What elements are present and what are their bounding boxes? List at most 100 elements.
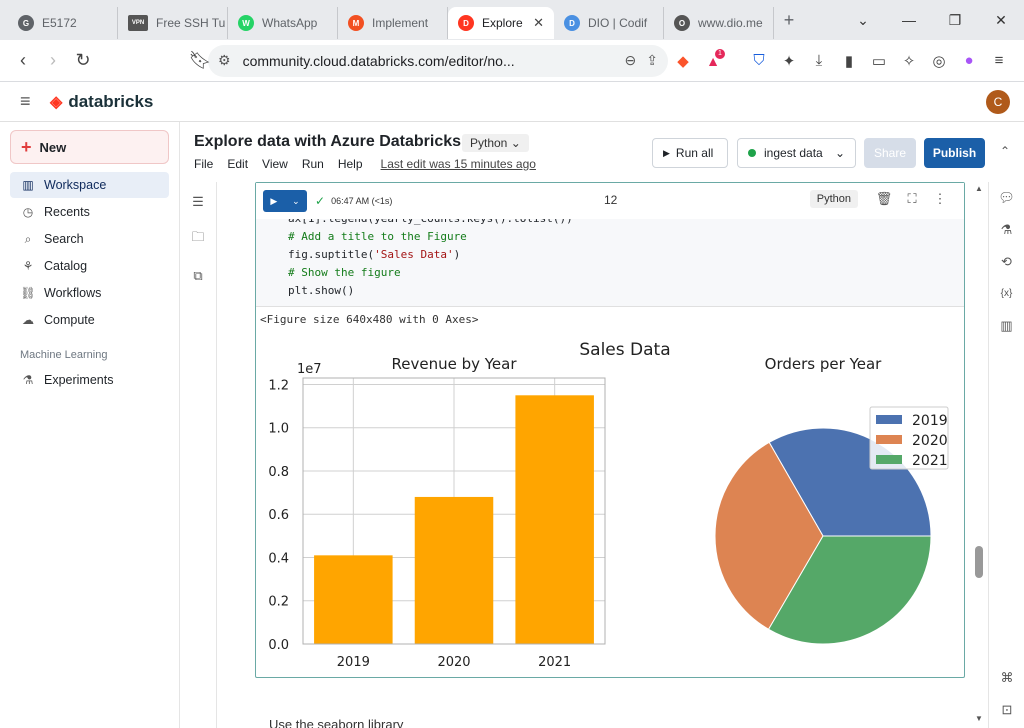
play-icon: ▶ xyxy=(663,147,670,158)
menu-run[interactable]: Run xyxy=(302,157,324,171)
share-icon[interactable]: ⇪ xyxy=(646,52,658,69)
brave-rewards-icon[interactable]: ▲ 1 xyxy=(698,48,728,69)
terminal-icon[interactable]: ⊡ xyxy=(989,694,1024,726)
trash-icon[interactable]: 🗑︎ xyxy=(870,191,898,207)
notebook-title[interactable]: Explore data with Azure Databricks xyxy=(194,133,461,151)
run-all-button[interactable]: ▶ Run all xyxy=(652,138,728,168)
browser-tab[interactable]: M Implement xyxy=(338,7,448,39)
restore-icon[interactable]: ❐ xyxy=(932,12,978,29)
sidebar-item-workflows[interactable]: ⛓ Workflows xyxy=(10,280,169,306)
keyboard-shortcut-icon[interactable]: ⌘ xyxy=(989,662,1024,694)
toc-icon[interactable]: ☰ xyxy=(180,194,216,210)
variables-icon[interactable]: {x} xyxy=(989,278,1024,310)
sidebar-section-ml: Machine Learning xyxy=(20,349,108,361)
menu-help[interactable]: Help xyxy=(338,157,363,171)
catalog-icon: ⚘ xyxy=(22,259,34,273)
menu-icon[interactable]: ≡ xyxy=(984,52,1014,69)
sidebar-icon[interactable]: ▮ xyxy=(834,52,864,70)
leo-icon[interactable]: ✧ xyxy=(894,52,924,70)
tab-search-icon[interactable]: ⌄ xyxy=(840,12,886,29)
sidebar-item-recents[interactable]: ◷ Recents xyxy=(10,199,169,225)
browser-tab[interactable]: G E5172 xyxy=(8,7,118,39)
sidebar-item-label: Search xyxy=(44,232,84,246)
publish-label: Publish xyxy=(932,146,977,160)
cluster-selector[interactable]: ingest data ⌄ xyxy=(737,138,856,168)
new-button[interactable]: + New xyxy=(10,130,169,164)
expand-icon[interactable]: ⛶ xyxy=(898,191,926,207)
bookmark-icon[interactable]: 🔖︎ xyxy=(185,50,215,71)
browser-tab[interactable]: Owww.dio.me xyxy=(664,7,774,39)
download-icon[interactable]: ⤓ xyxy=(804,52,834,69)
close-tab-icon[interactable]: ✕ xyxy=(533,15,544,31)
comments-icon[interactable]: 💬︎ xyxy=(989,182,1024,214)
run-cell-button[interactable]: ▶ ⌄ xyxy=(263,190,307,212)
browser-tab[interactable]: W WhatsApp xyxy=(228,7,338,39)
menu-edit[interactable]: Edit xyxy=(227,157,248,171)
sidebar-item-search[interactable]: ⌕ Search xyxy=(10,226,169,252)
y-tick-label: 0.8 xyxy=(268,465,289,480)
zoom-icon[interactable]: ⊖ xyxy=(625,52,637,69)
last-edit-link[interactable]: Last edit was 15 minutes ago xyxy=(381,157,536,171)
bitwarden-icon[interactable]: ⛉ xyxy=(744,52,774,69)
minimize-icon[interactable]: — xyxy=(886,12,932,29)
back-icon[interactable]: ‹ xyxy=(8,50,38,71)
menu-view[interactable]: View xyxy=(262,157,288,171)
code-line: fig.suptitle('Sales Data') xyxy=(288,246,964,264)
sidebar-item-workspace[interactable]: ▥ Workspace xyxy=(10,172,169,198)
rewards-badge: 1 xyxy=(715,48,725,59)
chart-icon[interactable]: ▥ xyxy=(989,310,1024,342)
search-icon: ⌕ xyxy=(24,231,32,246)
scroll-down-icon[interactable]: ▼ xyxy=(975,714,983,723)
profile-icon[interactable]: ● xyxy=(954,52,984,69)
sidebar-item-experiments[interactable]: ⚗ Experiments xyxy=(10,367,169,393)
publish-button[interactable]: Publish xyxy=(924,138,985,168)
cloud-icon: ☁ xyxy=(22,313,34,327)
brave-shield-icon[interactable]: ◆ xyxy=(668,52,698,70)
browser-tab[interactable]: VPN Free SSH Tu xyxy=(118,7,228,39)
tab-favicon-icon: VPN xyxy=(128,15,148,31)
new-tab-button[interactable]: + xyxy=(774,10,804,31)
more-icon[interactable]: ⋮ xyxy=(926,191,954,207)
forward-icon[interactable]: › xyxy=(38,50,68,71)
vpn-icon[interactable]: ◎ xyxy=(924,52,954,70)
flask-icon[interactable]: ⚗ xyxy=(989,214,1024,246)
menu-file[interactable]: File xyxy=(194,157,213,171)
figure: Sales Data Revenue by Year 1e7 0.0 0.2 0.4 0.6… xyxy=(268,340,949,670)
pie-chart-title: Orders per Year xyxy=(765,355,882,373)
notebook-cell[interactable]: ▶ ⌄ ✓ 06:47 AM (<1s) 12 Python 🗑︎ ⛶ ⋮ ax… xyxy=(255,182,965,678)
figure-suptitle: Sales Data xyxy=(579,340,670,360)
tab-title: Explore xyxy=(482,16,523,30)
scroll-up-icon[interactable]: ▲ xyxy=(975,184,983,193)
site-info-icon[interactable]: ⚙ xyxy=(218,52,231,69)
legend-swatch xyxy=(876,435,902,444)
databricks-logo[interactable]: ◈ databricks xyxy=(50,92,153,112)
wallet-icon[interactable]: ▭ xyxy=(864,52,894,70)
sidebar-item-catalog[interactable]: ⚘ Catalog xyxy=(10,253,169,279)
history-icon[interactable]: ⟲ xyxy=(989,246,1024,278)
hamburger-icon[interactable]: ≡ xyxy=(20,91,42,112)
sidebar-item-label: Experiments xyxy=(44,373,114,387)
vertical-scrollbar[interactable] xyxy=(975,546,983,578)
collapse-header-icon[interactable]: ⌃ xyxy=(1000,144,1010,158)
reload-icon[interactable]: ↻ xyxy=(68,50,98,71)
sidebar-item-compute[interactable]: ☁ Compute xyxy=(10,307,169,333)
tab-title: DIO | Codif xyxy=(588,16,648,30)
y-tick-label: 0.6 xyxy=(268,508,289,523)
extensions-icon[interactable]: ✦ xyxy=(774,52,804,70)
shapes-icon[interactable]: ⧉ xyxy=(180,268,216,284)
share-button[interactable]: Share xyxy=(864,138,916,168)
y-tick-label: 1.2 xyxy=(268,378,289,393)
legend-swatch xyxy=(876,455,902,464)
language-selector[interactable]: Python ⌄ xyxy=(462,134,529,152)
browser-tab[interactable]: D Explore ✕ xyxy=(448,7,554,39)
cell-language[interactable]: Python xyxy=(809,190,858,208)
folder-icon[interactable]: 🗀 xyxy=(180,228,216,250)
url-field[interactable]: ⚙ community.cloud.databricks.com/editor/… xyxy=(208,44,668,77)
workspace-icon: ▥ xyxy=(22,178,34,192)
sidebar-item-label: Compute xyxy=(44,313,95,327)
tab-title: Free SSH Tu xyxy=(156,16,226,30)
code-editor[interactable]: ax[1].legend(yearly_counts.keys().tolist… xyxy=(256,219,964,307)
browser-tab[interactable]: D DIO | Codif xyxy=(554,7,664,39)
avatar[interactable]: C xyxy=(986,90,1010,114)
close-window-icon[interactable]: ✕ xyxy=(978,12,1024,29)
